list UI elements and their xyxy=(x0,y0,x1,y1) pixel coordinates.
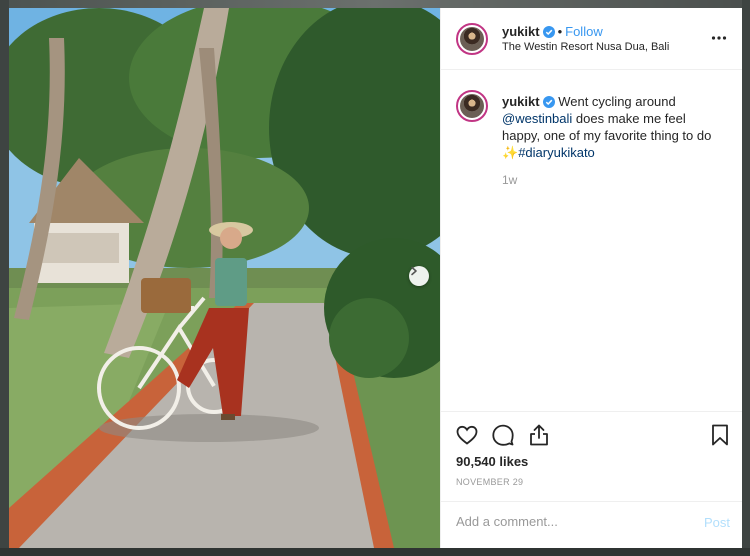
post-header: yukikt • Follow The Westin Resort Nusa Dua… xyxy=(441,8,742,70)
chevron-right-icon xyxy=(411,266,417,276)
backdrop-edge-right xyxy=(742,0,750,556)
caption-avatar[interactable] xyxy=(456,90,488,122)
caption-timestamp[interactable]: 1w xyxy=(502,173,517,187)
post-date[interactable]: NOVEMBER 29 xyxy=(456,477,523,487)
header-username[interactable]: yukikt xyxy=(502,24,540,39)
bookmark-icon[interactable] xyxy=(708,423,732,447)
avatar[interactable] xyxy=(456,23,488,55)
caption-text-start: Went cycling around xyxy=(558,94,676,109)
header-name-row: yukikt • Follow xyxy=(502,24,603,39)
caption-username[interactable]: yukikt xyxy=(502,94,540,109)
caption-mention-link[interactable]: @westinbali xyxy=(502,111,572,126)
verified-badge-icon xyxy=(542,26,555,38)
post-sidebar: yukikt • Follow The Westin Resort Nusa Dua… xyxy=(440,8,742,548)
comment-divider xyxy=(441,501,742,502)
post-comment-button[interactable]: Post xyxy=(704,515,730,530)
follow-button[interactable]: Follow xyxy=(565,24,603,39)
post-caption: yukikt Went cycling around @westinbali d… xyxy=(502,93,726,161)
caption-hashtag-link[interactable]: #diaryukikato xyxy=(518,145,595,160)
more-horizontal-icon[interactable] xyxy=(711,30,727,46)
comment-input[interactable] xyxy=(456,514,686,529)
photo-illustration xyxy=(9,8,440,548)
likes-count[interactable]: 90,540 likes xyxy=(456,454,528,469)
post-photo[interactable] xyxy=(9,8,440,548)
comment-bubble-icon[interactable] xyxy=(491,423,515,447)
post-location[interactable]: The Westin Resort Nusa Dua, Bali xyxy=(502,41,669,53)
next-photo-button[interactable] xyxy=(409,266,429,286)
verified-badge-icon xyxy=(542,96,555,108)
actions-divider xyxy=(441,411,742,412)
separator-dot: • xyxy=(557,24,563,39)
heart-icon[interactable] xyxy=(455,423,479,447)
share-icon[interactable] xyxy=(527,423,551,447)
backdrop-edge-bottom xyxy=(0,548,750,556)
backdrop-edge-left xyxy=(0,0,9,556)
sparkle-emoji: ✨ xyxy=(502,145,519,160)
post-modal: yukikt • Follow The Westin Resort Nusa Dua… xyxy=(9,8,742,548)
